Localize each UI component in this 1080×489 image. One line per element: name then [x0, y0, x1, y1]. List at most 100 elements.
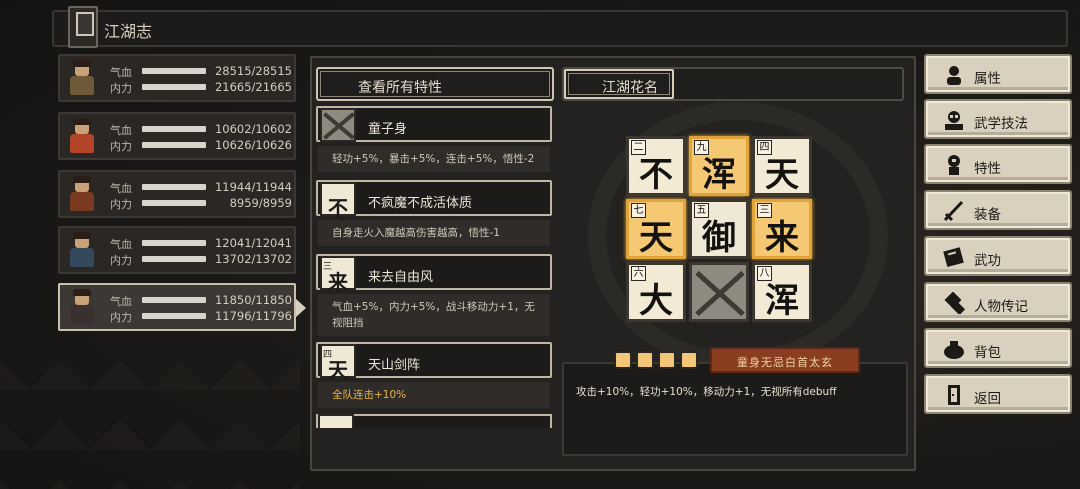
book-icon [942, 246, 966, 268]
trait-list[interactable]: 童子身 轻功+5%，暴击+5%，连击+5%，悟性-2 不 不疯魔不成活体质 自身… [316, 106, 554, 428]
mp-bar [142, 313, 206, 319]
character-portrait [64, 175, 100, 213]
menu-label: 属性 [974, 71, 1001, 87]
menu-label: 背包 [974, 345, 1001, 361]
hp-label: 气血 [110, 295, 132, 308]
mp-bar [142, 200, 206, 206]
combo-row: 童身无忌白首太玄 [614, 347, 864, 373]
combo-name: 童身无忌白首太玄 [737, 356, 833, 369]
grid-tile[interactable]: 二不 [626, 136, 686, 196]
combo-icons [614, 351, 706, 369]
character-card-4[interactable]: 气血 12041/12041 内力 13702/13702 [58, 226, 296, 274]
trait-description: 轻功+5%，暴击+5%，连击+5%，悟性-2 [318, 146, 550, 172]
hp-value: 28515/28515 [214, 64, 292, 78]
combo-token-icon [658, 351, 676, 369]
mp-bar [142, 256, 206, 262]
mp-label: 内力 [110, 140, 132, 153]
mp-label: 内力 [110, 82, 132, 95]
hp-value: 10602/10602 [214, 122, 292, 136]
combo-token-icon [680, 351, 698, 369]
mp-bar [142, 84, 206, 90]
mp-label: 内力 [110, 311, 132, 324]
hp-label: 气血 [110, 182, 132, 195]
scroll-icon [942, 291, 966, 316]
grid-tile-locked[interactable] [689, 262, 749, 322]
menu-martial-skills-button[interactable]: 武学技法 [924, 99, 1072, 139]
page-title: 江湖志 [104, 22, 153, 41]
menu-kungfu-button[interactable]: 武功 [924, 236, 1072, 276]
combo-token-icon [614, 351, 632, 369]
menu-inventory-button[interactable]: 背包 [924, 328, 1072, 368]
grid-tile-active[interactable]: 三来 [752, 199, 812, 259]
mp-bar [142, 142, 206, 148]
menu-label: 特性 [974, 161, 1001, 177]
mp-value: 8959/8959 [229, 196, 292, 210]
mp-value: 21665/21665 [214, 80, 292, 94]
menu-equipment-button[interactable]: 装备 [924, 190, 1072, 230]
character-portrait [64, 59, 100, 97]
hp-bar [142, 184, 206, 190]
martial-icon [942, 109, 966, 131]
title-bar [52, 10, 1068, 47]
character-card-3[interactable]: 气血 11944/11944 内力 8959/8959 [58, 170, 296, 218]
view-all-traits-label: 查看所有特性 [358, 80, 442, 96]
character-card-2[interactable]: 气血 10602/10602 内力 10626/10626 [58, 112, 296, 160]
menu-label: 武学技法 [974, 116, 1028, 132]
combo-description-box [562, 362, 908, 456]
menu-attributes-button[interactable]: 属性 [924, 54, 1072, 94]
trait-name: 童子身 [368, 122, 408, 137]
trait-glyph-icon: 四天 [320, 344, 356, 382]
hp-value: 11944/11944 [214, 180, 292, 194]
hp-bar [142, 68, 206, 74]
hp-bar [142, 297, 206, 303]
trait-item[interactable]: 童子身 [316, 106, 552, 142]
hp-value: 11850/11850 [214, 293, 292, 307]
trait-name: 来去自由风 [368, 270, 434, 285]
menu-back-button[interactable]: 返回 [924, 374, 1072, 414]
trait-icon [942, 154, 966, 176]
bag-icon [942, 338, 966, 360]
trait-name: 天山剑阵 [368, 358, 421, 373]
menu-label: 武功 [974, 253, 1001, 269]
grid-tile[interactable]: 八浑 [752, 262, 812, 322]
trait-glyph-icon: 三来 [320, 256, 356, 294]
hp-label: 气血 [110, 124, 132, 137]
mp-label: 内力 [110, 198, 132, 211]
menu-label: 人物传记 [974, 299, 1028, 315]
character-portrait [64, 288, 100, 326]
locked-trait-icon [320, 108, 356, 142]
combo-description: 攻击+10%，轻功+10%，移动力+1，无视所有debuff [576, 386, 837, 398]
grid-tile-active[interactable]: 七天 [626, 199, 686, 259]
menu-traits-button[interactable]: 特性 [924, 144, 1072, 184]
mp-value: 11796/11796 [214, 309, 292, 323]
character-portrait [64, 117, 100, 155]
trait-item[interactable]: 四天 天山剑阵 [316, 342, 552, 382]
trait-name: 不疯魔不成活体质 [368, 196, 473, 211]
mp-value: 10626/10626 [214, 138, 292, 152]
menu-biography-button[interactable]: 人物传记 [924, 282, 1072, 322]
character-card-5-selected[interactable]: 气血 11850/11850 内力 11796/11796 [58, 283, 306, 331]
book-icon [68, 6, 98, 48]
combo-token-icon [636, 351, 654, 369]
grid-tile-center[interactable]: 五御 [689, 199, 749, 259]
hp-label: 气血 [110, 66, 132, 79]
character-portrait [64, 231, 100, 269]
view-all-traits-button[interactable]: 查看所有特性 [316, 67, 554, 101]
trait-description: 全队连击+10% [318, 382, 550, 408]
door-icon [942, 384, 966, 406]
mp-value: 13702/13702 [214, 252, 292, 266]
grid-tile[interactable]: 四天 [752, 136, 812, 196]
character-card-1[interactable]: 气血 28515/28515 内力 21665/21665 [58, 54, 296, 102]
menu-label: 装备 [974, 207, 1001, 223]
trait-glyph-icon: 不 [320, 182, 356, 220]
grid-tile[interactable]: 六大 [626, 262, 686, 322]
trait-item[interactable]: 不 不疯魔不成活体质 [316, 180, 552, 220]
hp-bar [142, 126, 206, 132]
trait-item[interactable]: 三来 来去自由风 [316, 254, 552, 294]
menu-label: 返回 [974, 391, 1001, 407]
hp-bar [142, 240, 206, 246]
background-pattern [0, 330, 300, 489]
person-icon [942, 64, 966, 86]
mp-label: 内力 [110, 254, 132, 267]
grid-tile-active[interactable]: 九浑 [689, 136, 749, 196]
